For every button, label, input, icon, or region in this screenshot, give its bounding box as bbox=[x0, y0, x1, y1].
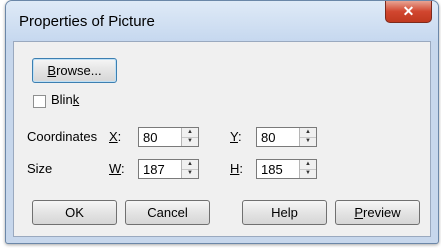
w-label: W: bbox=[109, 161, 125, 176]
close-icon: ✕ bbox=[402, 3, 415, 19]
browse-button[interactable]: Browse... bbox=[32, 58, 117, 83]
cancel-button[interactable]: Cancel bbox=[125, 200, 210, 225]
preview-button[interactable]: Preview bbox=[335, 200, 420, 225]
spin-down-icon[interactable]: ▼ bbox=[300, 169, 316, 178]
ok-button[interactable]: OK bbox=[32, 200, 117, 225]
browse-accel: B bbox=[47, 63, 57, 78]
coordinates-label: Coordinates bbox=[27, 129, 98, 144]
blink-label[interactable]: Blink bbox=[51, 92, 79, 107]
h-label: H: bbox=[230, 161, 244, 176]
spin-down-icon[interactable]: ▼ bbox=[182, 137, 198, 146]
spin-down-icon[interactable]: ▼ bbox=[300, 137, 316, 146]
properties-dialog: Properties of Picture ✕ Browse... Blink … bbox=[5, 0, 439, 244]
blink-checkbox[interactable] bbox=[33, 95, 46, 108]
spin-down-icon[interactable]: ▼ bbox=[182, 169, 198, 178]
x-label: X: bbox=[109, 129, 122, 144]
dialog-title: Properties of Picture bbox=[19, 13, 155, 30]
y-label: Y: bbox=[230, 129, 242, 144]
h-value[interactable]: 185 bbox=[261, 161, 283, 178]
close-button[interactable]: ✕ bbox=[385, 1, 432, 23]
x-spinbox[interactable]: 80 ▲ ▼ bbox=[138, 127, 199, 147]
title-bar[interactable]: Properties of Picture ✕ bbox=[6, 1, 438, 41]
y-value[interactable]: 80 bbox=[261, 129, 275, 146]
w-spinbox[interactable]: 187 ▲ ▼ bbox=[138, 159, 199, 179]
h-spinbox[interactable]: 185 ▲ ▼ bbox=[256, 159, 317, 179]
help-button[interactable]: Help bbox=[242, 200, 327, 225]
dialog-body: Browse... Blink Coordinates X: 80 ▲ ▼ Y:… bbox=[13, 41, 431, 237]
w-value[interactable]: 187 bbox=[143, 161, 165, 178]
browse-label: rowse... bbox=[56, 63, 102, 78]
size-label: Size bbox=[27, 161, 53, 176]
y-spinbox[interactable]: 80 ▲ ▼ bbox=[256, 127, 317, 147]
x-value[interactable]: 80 bbox=[143, 129, 157, 146]
